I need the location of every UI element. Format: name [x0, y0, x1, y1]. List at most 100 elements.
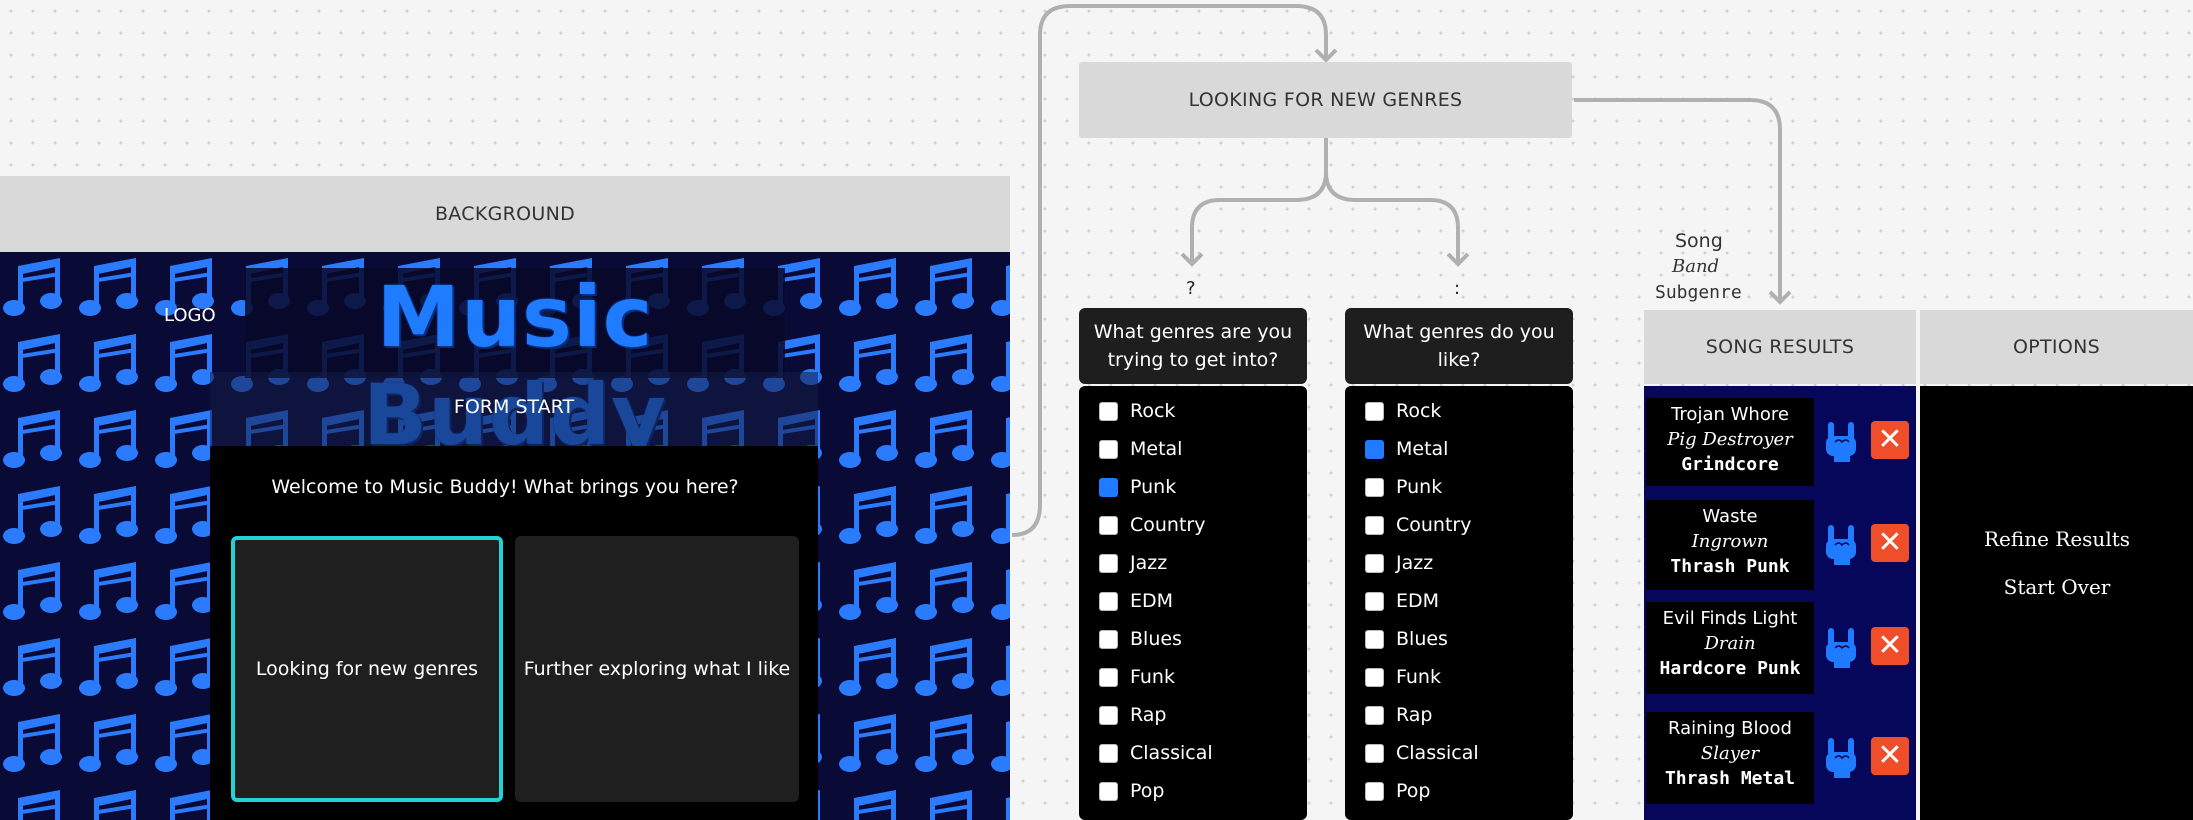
right-checkbox[interactable] — [1365, 553, 1384, 573]
remove-song-icon[interactable]: ✕ — [1871, 737, 1909, 775]
right-checkbox[interactable] — [1365, 401, 1384, 421]
song-card[interactable]: Trojan Whore Pig Destroyer Grindcore — [1646, 398, 1814, 486]
left-checkbox[interactable] — [1099, 477, 1118, 497]
left-checkbox[interactable] — [1099, 629, 1118, 649]
genre-label: Pop — [1396, 780, 1431, 802]
remove-song-icon[interactable]: ✕ — [1871, 524, 1909, 562]
song-title: Trojan Whore — [1671, 404, 1789, 425]
right-checkbox[interactable] — [1365, 667, 1384, 687]
song-card[interactable]: Evil Finds Light Drain Hardcore Punk — [1646, 602, 1814, 694]
right-checkbox[interactable] — [1365, 515, 1384, 535]
legend-subgenre: Subgenre — [1655, 282, 1742, 303]
genre-label: Metal — [1396, 438, 1449, 460]
left-marker: ? — [1186, 278, 1196, 299]
genre-option-jazz[interactable]: Jazz — [1099, 552, 1167, 574]
rock-on-icon[interactable] — [1822, 521, 1860, 565]
genre-label: Country — [1396, 514, 1472, 536]
right-checkbox[interactable] — [1365, 705, 1384, 725]
genre-option-edm[interactable]: EDM — [1365, 590, 1439, 612]
song-band: Drain — [1704, 633, 1756, 654]
question-genres-you-like: What genres do you like? — [1345, 308, 1573, 384]
left-checkbox[interactable] — [1099, 667, 1118, 687]
song-band: Ingrown — [1691, 531, 1769, 552]
left-checkbox[interactable] — [1099, 743, 1118, 763]
left-checkbox[interactable] — [1099, 439, 1118, 459]
genre-label: Jazz — [1396, 552, 1434, 574]
right-checkbox[interactable] — [1365, 629, 1384, 649]
start-over-button[interactable]: Start Over — [1920, 575, 2193, 599]
left-checkbox[interactable] — [1099, 515, 1118, 535]
genre-option-pop[interactable]: Pop — [1365, 780, 1430, 802]
song-card[interactable]: Waste Ingrown Thrash Punk — [1646, 500, 1814, 590]
genre-label: EDM — [1396, 590, 1440, 612]
song-title: Evil Finds Light — [1662, 608, 1798, 629]
left-checkbox[interactable] — [1099, 401, 1118, 421]
genre-option-edm[interactable]: EDM — [1099, 590, 1173, 612]
rock-on-icon[interactable] — [1822, 624, 1860, 668]
options-panel — [1920, 386, 2193, 820]
genre-option-funk[interactable]: Funk — [1365, 666, 1441, 688]
remove-song-icon[interactable]: ✕ — [1871, 627, 1909, 665]
genre-option-metal[interactable]: Metal — [1099, 438, 1182, 460]
genre-option-rap[interactable]: Rap — [1365, 704, 1433, 726]
left-checkbox[interactable] — [1099, 553, 1118, 573]
genre-option-rock[interactable]: Rock — [1365, 400, 1441, 422]
left-checkbox[interactable] — [1099, 591, 1118, 611]
left-checkbox[interactable] — [1099, 781, 1118, 801]
genre-label: Punk — [1396, 476, 1443, 498]
genre-label: Classical — [1396, 742, 1479, 764]
remove-song-icon[interactable]: ✕ — [1871, 421, 1909, 459]
genre-option-metal[interactable]: Metal — [1365, 438, 1448, 460]
genre-label: Rap — [1130, 704, 1167, 726]
right-checkbox[interactable] — [1365, 743, 1384, 763]
question-trying-to-get-into: What genres are you trying to get into? — [1079, 308, 1307, 384]
song-title: Raining Blood — [1668, 718, 1792, 739]
genre-option-punk[interactable]: Punk — [1099, 476, 1176, 498]
genre-option-blues[interactable]: Blues — [1099, 628, 1182, 650]
genre-option-country[interactable]: Country — [1099, 514, 1205, 536]
looking-for-new-genres-header: LOOKING FOR NEW GENRES — [1079, 62, 1572, 138]
genre-option-blues[interactable]: Blues — [1365, 628, 1448, 650]
choice-new-genres[interactable]: Looking for new genres — [231, 536, 503, 802]
genre-label: Pop — [1130, 780, 1165, 802]
genre-label: Rock — [1396, 400, 1442, 422]
right-checkbox[interactable] — [1365, 477, 1384, 497]
genre-label: Country — [1130, 514, 1206, 536]
song-subgenre: Grindcore — [1681, 454, 1779, 475]
song-card[interactable]: Raining Blood Slayer Thrash Metal — [1646, 712, 1814, 804]
right-marker: : — [1454, 278, 1461, 299]
genre-option-classical[interactable]: Classical — [1099, 742, 1213, 764]
right-checkbox[interactable] — [1365, 591, 1384, 611]
rock-on-icon[interactable] — [1822, 734, 1860, 778]
rock-on-icon[interactable] — [1822, 418, 1860, 462]
genre-label: Rock — [1130, 400, 1176, 422]
song-title: Waste — [1702, 506, 1758, 527]
genre-list-left: Rock Metal Punk Country Jazz EDM Blues Funk Rap C… — [1079, 386, 1307, 820]
logo-label: LOGO — [164, 305, 216, 326]
genre-option-punk[interactable]: Punk — [1365, 476, 1442, 498]
genre-option-rap[interactable]: Rap — [1099, 704, 1167, 726]
genre-label: Blues — [1130, 628, 1182, 650]
choice-explore-likes[interactable]: Further exploring what I like — [515, 536, 799, 802]
song-results-header: SONG RESULTS — [1644, 310, 1916, 384]
right-checkbox[interactable] — [1365, 439, 1384, 459]
genre-option-country[interactable]: Country — [1365, 514, 1471, 536]
legend-song: Song — [1675, 230, 1723, 252]
refine-results-button[interactable]: Refine Results — [1920, 527, 2193, 551]
genre-label: Funk — [1130, 666, 1175, 688]
left-checkbox[interactable] — [1099, 705, 1118, 725]
welcome-text: Welcome to Music Buddy! What brings you … — [271, 476, 739, 498]
right-checkbox[interactable] — [1365, 781, 1384, 801]
song-subgenre: Thrash Punk — [1670, 556, 1790, 577]
genre-label: Classical — [1130, 742, 1213, 764]
form-start-label: FORM START — [453, 396, 575, 418]
genre-option-rock[interactable]: Rock — [1099, 400, 1175, 422]
genre-option-pop[interactable]: Pop — [1099, 780, 1164, 802]
genre-option-funk[interactable]: Funk — [1099, 666, 1175, 688]
genre-option-jazz[interactable]: Jazz — [1365, 552, 1433, 574]
genre-label: Jazz — [1130, 552, 1168, 574]
genre-option-classical[interactable]: Classical — [1365, 742, 1479, 764]
song-subgenre: Thrash Metal — [1664, 768, 1796, 789]
genre-label: Punk — [1130, 476, 1177, 498]
genre-label: Rap — [1396, 704, 1433, 726]
